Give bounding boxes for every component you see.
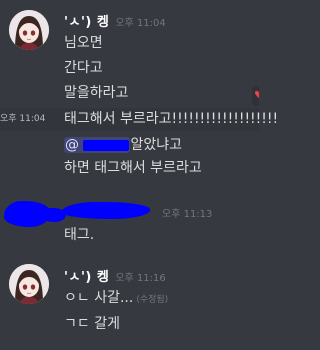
avatar[interactable] — [9, 264, 49, 304]
avatar-image — [9, 10, 49, 50]
message-line: 태그. — [64, 227, 95, 243]
reaction-button-partial[interactable]: ♥ — [252, 86, 259, 106]
message-text: ㅇㄴ 사갈... — [64, 290, 134, 306]
message-line: 태그해서 부르라고!!!!!!!!!!!!!!!!!!! — [64, 111, 279, 127]
message-line: ㄱㄷ 갈게 — [64, 316, 120, 332]
avatar-image — [9, 264, 49, 304]
message-header: 'ㅅ') 켕 오후 11:04 — [64, 11, 166, 30]
avatar[interactable] — [9, 10, 49, 50]
timestamp[interactable]: 오후 11:04 — [115, 14, 165, 29]
redacted-mention-name — [83, 139, 130, 151]
edited-label: (수정됨) — [136, 295, 169, 305]
username[interactable]: 'ㅅ') 켕 — [64, 11, 109, 30]
message-line: 님오면 — [64, 35, 103, 51]
timestamp[interactable]: 오후 11:16 — [115, 269, 165, 284]
redacted-username — [62, 202, 150, 219]
message-header: 'ㅅ') 켕 오후 11:16 — [64, 266, 166, 285]
user-mention[interactable]: @ — [64, 137, 131, 153]
message-line: 하면 태그해서 부르라고 — [64, 160, 202, 176]
heart-icon: ♥ — [254, 90, 259, 101]
timestamp[interactable]: 오후 11:13 — [162, 205, 212, 220]
mention-prefix: @ — [65, 137, 79, 153]
message-line: 말을하라고 — [64, 85, 129, 101]
message-line: 간다고 — [64, 60, 103, 76]
username[interactable]: 'ㅅ') 켕 — [64, 266, 109, 285]
hover-timestamp: 오후 11:04 — [0, 114, 46, 124]
message-line: ㅇㄴ 사갈... (수정됨) — [64, 289, 168, 309]
message-header: 오후 11:13 — [162, 205, 212, 221]
message-line-with-mention: @ 알았냐고 — [64, 136, 182, 154]
message-text: 알았냐고 — [130, 137, 182, 153]
